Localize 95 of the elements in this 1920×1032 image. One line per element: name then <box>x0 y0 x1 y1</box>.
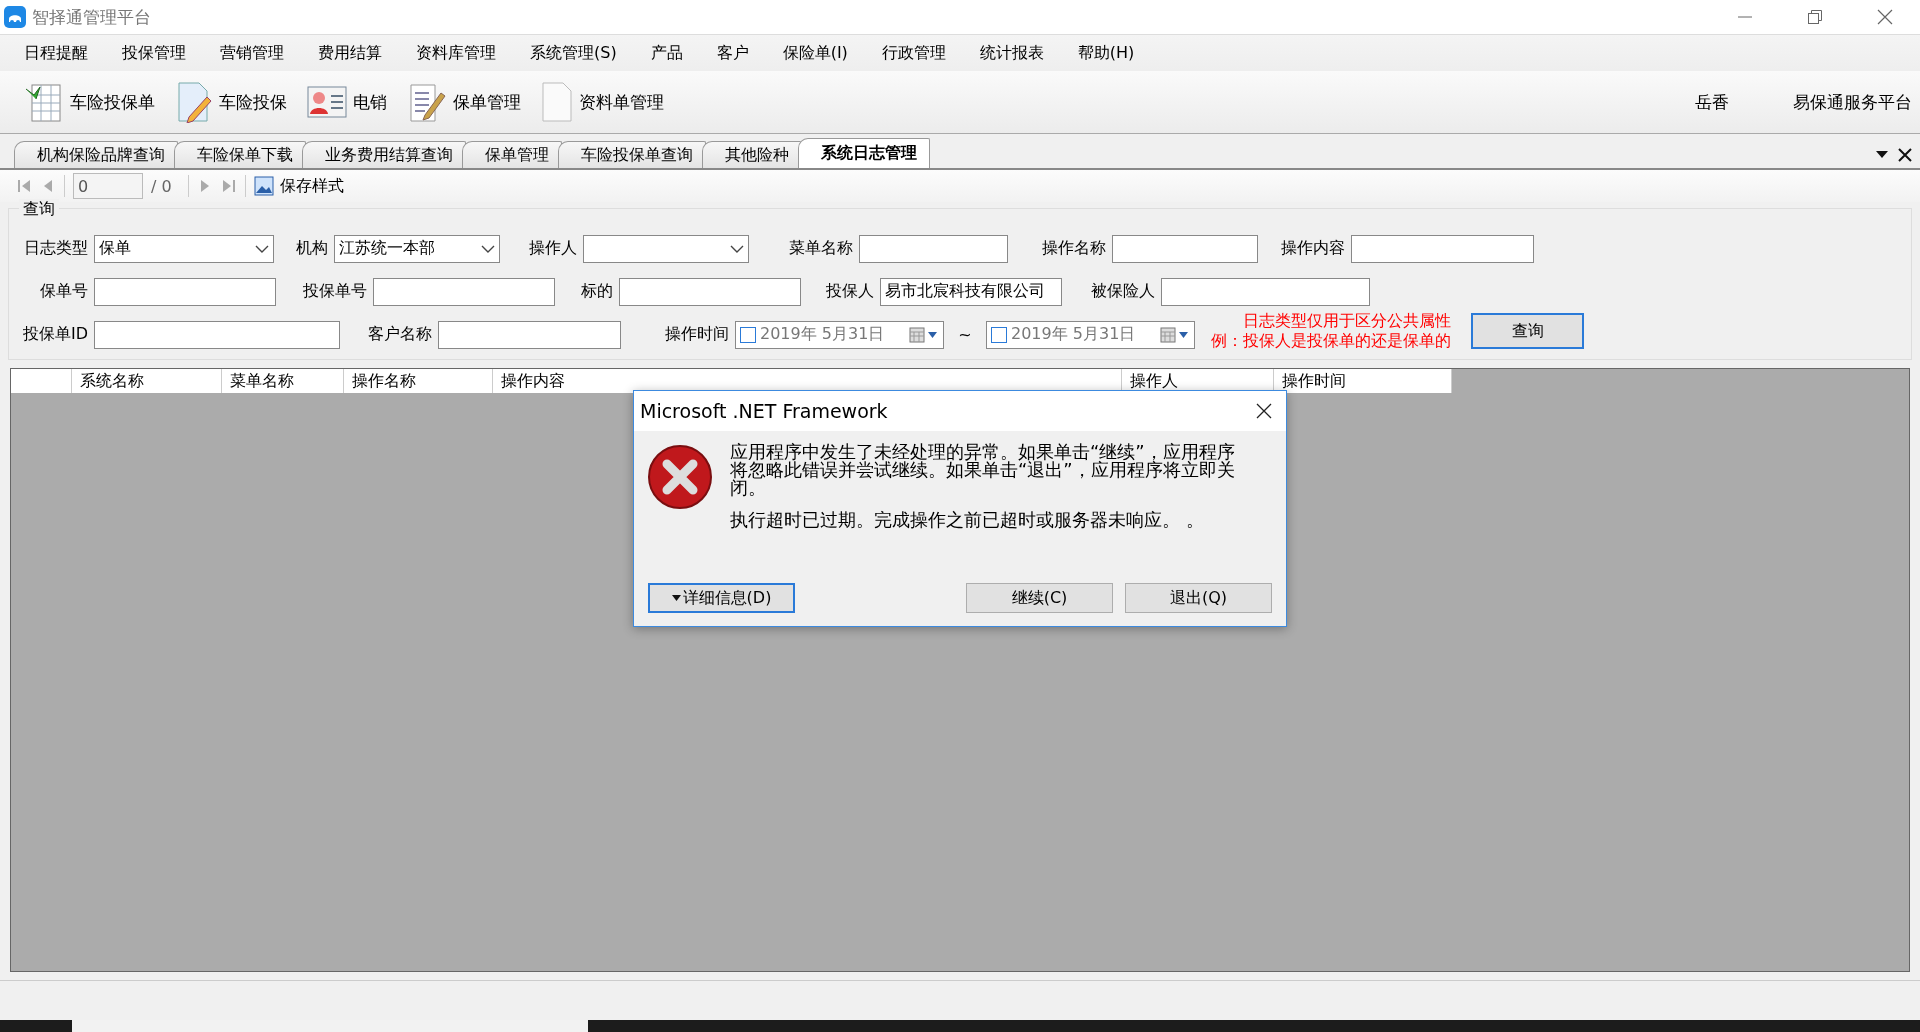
text-field[interactable] <box>1351 234 1534 263</box>
menu-item[interactable]: 客户 <box>704 38 761 68</box>
checkbox[interactable] <box>740 326 756 343</box>
toolbar-button[interactable]: 资料单管理 <box>533 79 672 125</box>
menu-item[interactable]: 统计报表 <box>967 38 1056 68</box>
menu-item[interactable]: 营销管理 <box>208 38 296 68</box>
chevron-down-icon <box>481 244 495 253</box>
menu-item[interactable]: 投保管理 <box>110 38 198 68</box>
toolbar-button[interactable]: 车险投保单 <box>16 79 163 125</box>
close-icon <box>1877 9 1893 25</box>
menu-item[interactable]: 系统管理(S) <box>518 38 629 68</box>
field-label: 投保单号 <box>302 281 368 302</box>
range-separator: ~ <box>957 325 973 344</box>
window-title: 智择通管理平台 <box>32 5 152 29</box>
first-page-icon[interactable] <box>16 178 32 194</box>
field-label: 被保险人 <box>1090 281 1156 302</box>
text-field[interactable] <box>94 277 276 306</box>
close-icon <box>1256 403 1272 419</box>
date-picker[interactable]: 2019年 5月31日 <box>986 320 1195 349</box>
save-layout-button[interactable]: 保存样式 <box>253 175 344 197</box>
contact-card-icon <box>307 84 347 120</box>
field-label: 操作时间 <box>664 324 730 345</box>
calendar-dropdown-icon <box>909 326 939 343</box>
toolbar-link[interactable]: 岳香 <box>1695 90 1729 114</box>
dialog-button[interactable]: 退出(Q) <box>1125 583 1272 613</box>
tab[interactable]: 车险保单下载 <box>174 141 306 168</box>
query-button[interactable]: 查询 <box>1471 313 1584 349</box>
field-label: 保单号 <box>39 281 89 302</box>
field-label: 标的 <box>580 281 614 302</box>
dropdown-field[interactable]: 江苏统一本部 <box>334 234 500 263</box>
tab[interactable]: 其他险种 <box>702 141 802 168</box>
tab[interactable]: 系统日志管理 <box>798 138 930 168</box>
text-field[interactable] <box>1161 277 1370 306</box>
dropdown-field[interactable] <box>583 234 749 263</box>
tab[interactable]: 车险投保单查询 <box>558 141 706 168</box>
field-label: 菜单名称 <box>788 238 854 259</box>
tab[interactable]: 机构保险品牌查询 <box>14 141 178 168</box>
column-header[interactable]: 系统名称 <box>71 369 222 393</box>
hint-text: 日志类型仅用于区分公共属性 例：投保人是投保单的还是保单的 <box>1211 311 1451 351</box>
menu-item[interactable]: 费用结算 <box>306 38 394 68</box>
toolbar-link[interactable]: 易保通服务平台 <box>1793 90 1912 114</box>
spreadsheet-icon <box>24 81 64 123</box>
caret-icon <box>671 595 681 601</box>
tab[interactable]: 保单管理 <box>462 141 562 168</box>
field-label: 投保单ID <box>21 324 89 345</box>
column-header[interactable]: 操作名称 <box>343 369 493 393</box>
toolbar-button[interactable]: 保单管理 <box>399 79 529 125</box>
menu-item[interactable]: 产品 <box>638 38 695 68</box>
text-field[interactable] <box>373 277 555 306</box>
dialog-button[interactable]: 详细信息(D) <box>648 583 795 613</box>
chevron-down-icon <box>255 244 269 253</box>
text-field[interactable] <box>438 320 621 349</box>
menu-item[interactable]: 行政管理 <box>869 38 958 68</box>
tab[interactable]: 业务费用结算查询 <box>302 141 466 168</box>
page-count: / 0 <box>151 176 172 196</box>
app-logo-icon <box>4 6 26 28</box>
page-number-field[interactable]: 0 <box>73 173 143 199</box>
checkbox[interactable] <box>991 326 1007 343</box>
field-label: 客户名称 <box>367 324 433 345</box>
column-header[interactable]: 菜单名称 <box>221 369 344 393</box>
field-label: 机构 <box>295 238 329 259</box>
picture-icon <box>253 176 274 196</box>
menu-item[interactable]: 资料库管理 <box>404 38 508 68</box>
field-label: 日志类型 <box>23 238 89 259</box>
blank-document-icon <box>541 81 573 123</box>
last-page-icon[interactable] <box>220 178 237 194</box>
text-field[interactable] <box>94 320 340 349</box>
error-detail: 执行超时已过期。完成操作之前已超时或服务器未响应。 。 <box>730 511 1205 529</box>
text-field[interactable] <box>619 277 801 306</box>
dropdown-field[interactable]: 保单 <box>94 234 274 263</box>
error-icon <box>646 443 714 511</box>
document-pencil-icon <box>175 81 213 123</box>
toolbar-button[interactable]: 车险投保 <box>167 79 295 125</box>
dialog-button[interactable]: 继续(C) <box>966 583 1113 613</box>
field-label: 操作人 <box>528 238 578 259</box>
menu-item[interactable]: 日程提醒 <box>12 38 100 68</box>
field-label: 投保人 <box>825 281 875 302</box>
dropdown-arrow-icon[interactable] <box>1876 151 1888 159</box>
dialog-title: Microsoft .NET Framework <box>640 400 889 422</box>
minimize-icon <box>1738 16 1752 18</box>
calendar-dropdown-icon <box>1160 326 1190 343</box>
text-field[interactable]: 易市北宸科技有限公司 <box>880 277 1062 306</box>
field-label: 操作内容 <box>1280 238 1346 259</box>
chevron-down-icon <box>730 244 744 253</box>
error-message: 应用程序中发生了未经处理的异常。如果单击“继续”，应用程序将忽略此错误并尝试继续。如果单击“退出”，应用程序将立即关闭。 <box>730 443 1236 497</box>
date-picker[interactable]: 2019年 5月31日 <box>735 320 944 349</box>
checklist-pencil-icon <box>407 81 447 123</box>
menu-item[interactable]: 保险单(I) <box>770 38 860 68</box>
menu-item[interactable]: 帮助(H) <box>1065 38 1147 68</box>
text-field[interactable] <box>859 234 1008 263</box>
close-icon[interactable] <box>1898 148 1912 162</box>
field-label: 操作名称 <box>1041 238 1107 259</box>
restore-icon <box>1808 10 1822 24</box>
toolbar-button[interactable]: 电销 <box>299 82 395 122</box>
text-field[interactable] <box>1112 234 1258 263</box>
